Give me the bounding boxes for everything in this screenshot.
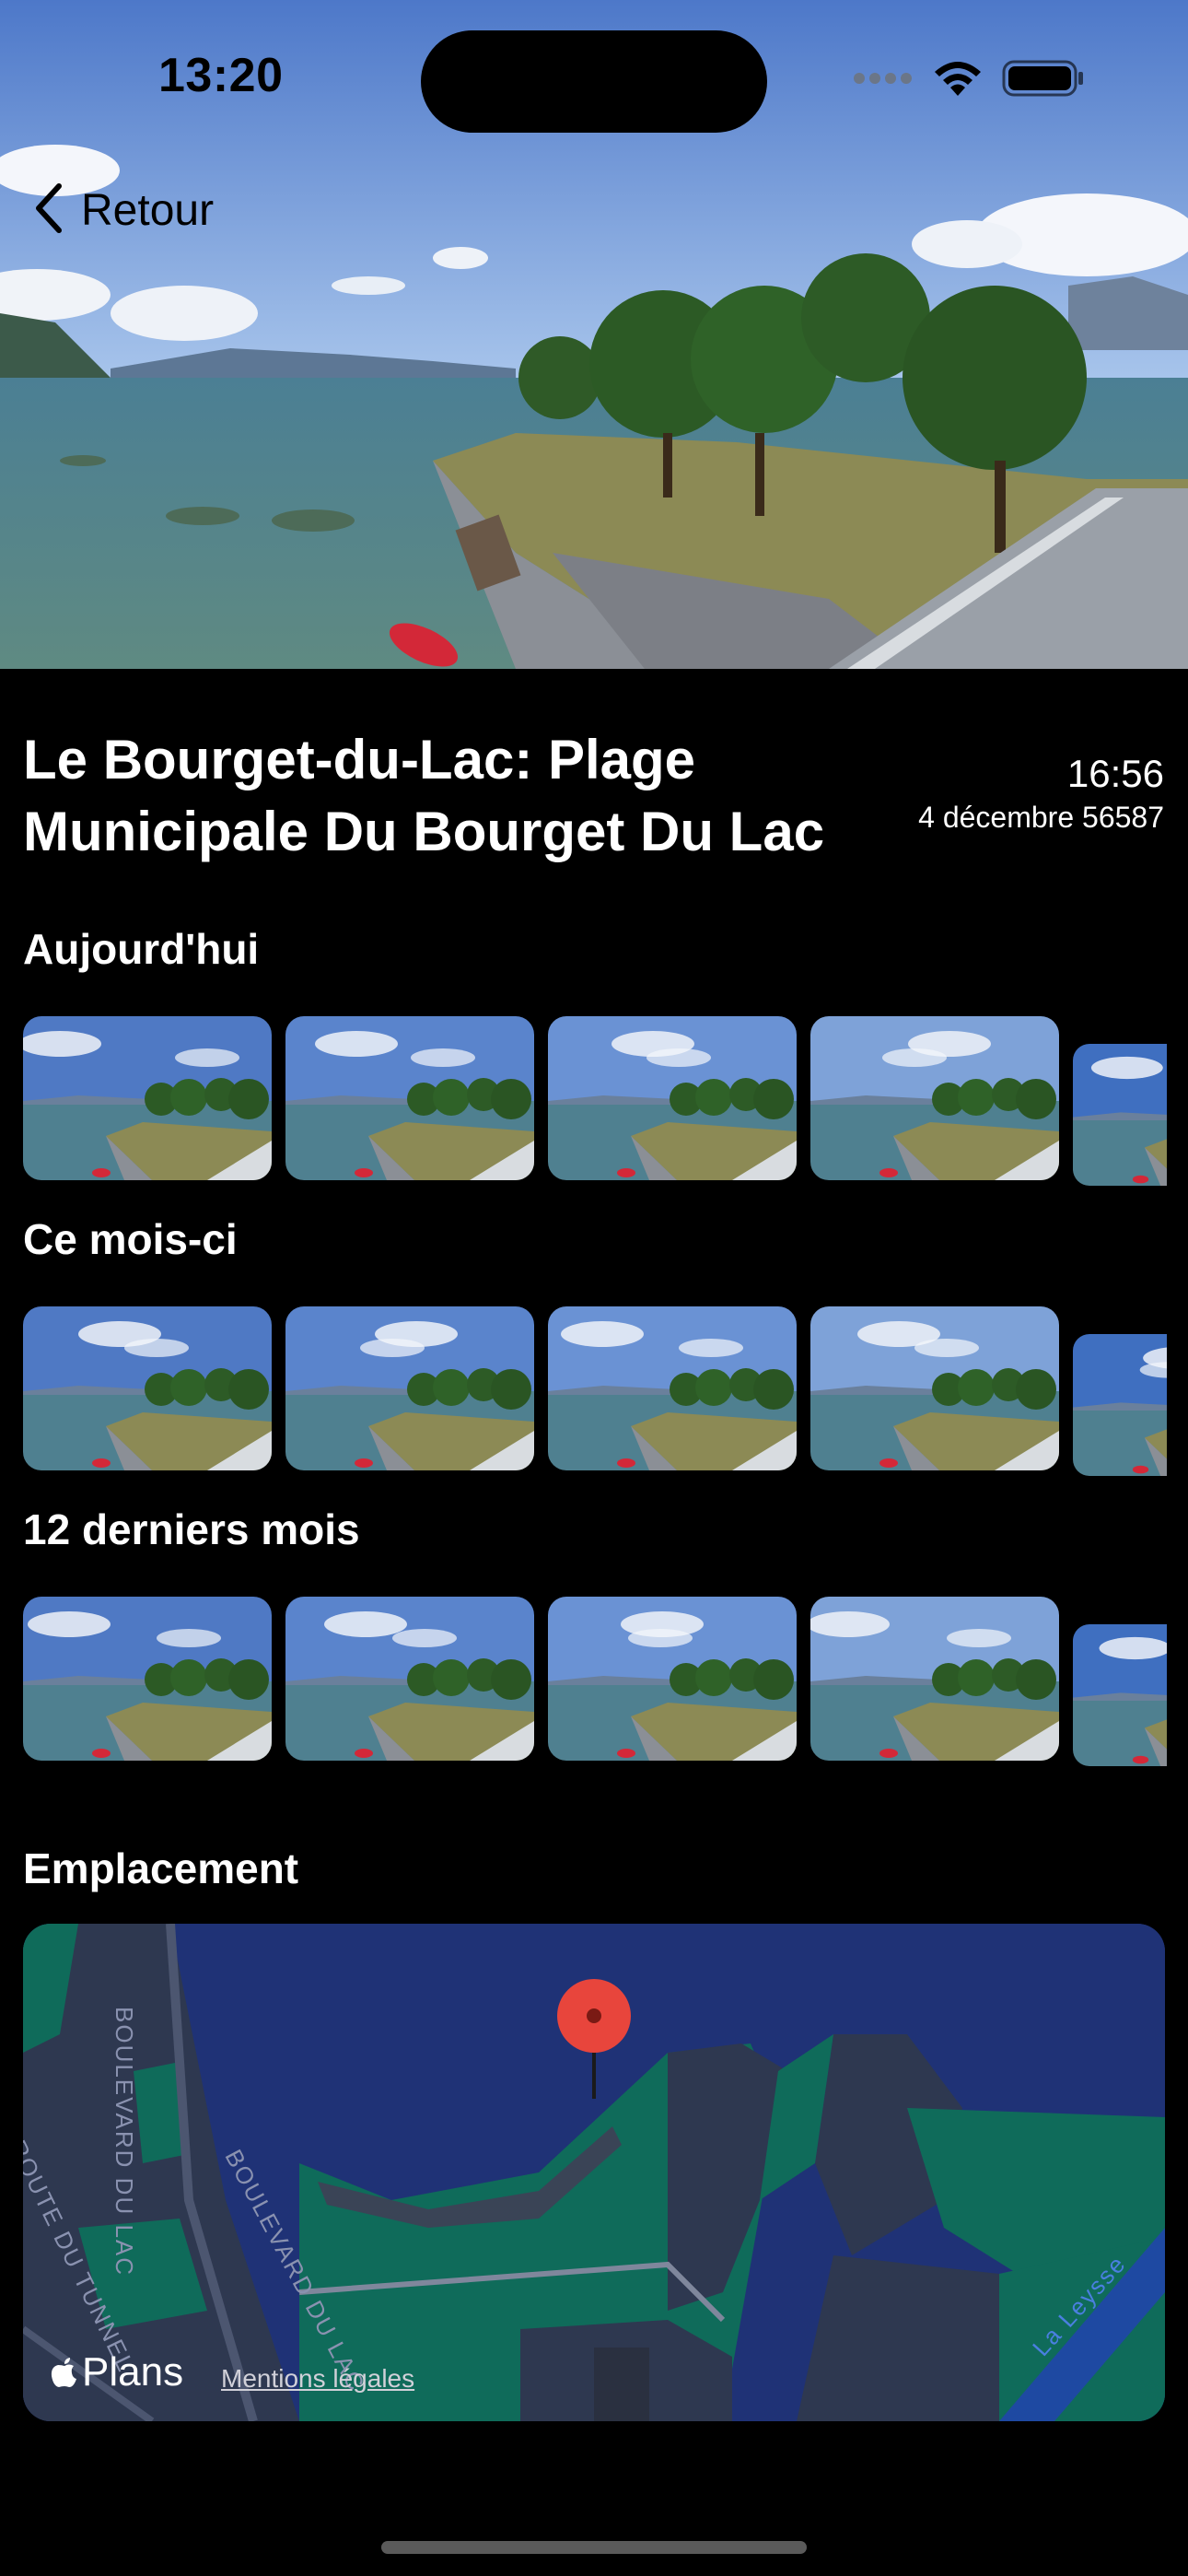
webcam-thumbnail[interactable] [23, 1597, 272, 1761]
webcam-thumbnail[interactable] [810, 1016, 1059, 1180]
webcam-thumbnail[interactable] [23, 1016, 272, 1180]
webcam-thumbnail[interactable] [285, 1016, 534, 1180]
chevron-left-icon [31, 181, 68, 240]
webcam-thumbnail[interactable] [1073, 1334, 1167, 1476]
dynamic-island [421, 30, 767, 133]
thumbnail-strip-today[interactable] [23, 1016, 1188, 1191]
thumbnail-strip-year[interactable] [23, 1597, 1188, 1772]
home-indicator[interactable] [381, 2541, 807, 2554]
status-bar: 13:20 [0, 0, 1188, 157]
webcam-thumbnail[interactable] [548, 1016, 797, 1180]
webcam-thumbnail[interactable] [810, 1306, 1059, 1470]
cellular-signal-icon [853, 72, 914, 89]
wifi-icon [932, 59, 984, 102]
location-map[interactable]: BOULEVARD DU LAC ROUTE DU TUNNEL BOULEVA… [23, 1924, 1165, 2421]
back-button[interactable]: Retour [31, 173, 214, 247]
section-title-month: Ce mois-ci [23, 1215, 238, 1263]
webcam-thumbnail[interactable] [1073, 1624, 1167, 1766]
webcam-thumbnail[interactable] [548, 1306, 797, 1470]
status-time: 13:20 [158, 49, 284, 102]
webcam-thumbnail[interactable] [810, 1597, 1059, 1761]
capture-time: 16:56 [1066, 752, 1164, 795]
webcam-thumbnail[interactable] [285, 1306, 534, 1470]
maps-provider-label: Plans [82, 2349, 184, 2395]
webcam-thumbnail[interactable] [548, 1597, 797, 1761]
status-indicators [853, 59, 1085, 102]
battery-icon [1002, 60, 1085, 101]
section-title-location: Emplacement [23, 1844, 299, 1892]
webcam-thumbnail[interactable] [23, 1306, 272, 1470]
section-title-year: 12 derniers mois [23, 1505, 360, 1553]
back-label: Retour [81, 185, 215, 235]
maps-attribution: Plans [51, 2349, 183, 2395]
apple-logo-icon [51, 2356, 78, 2389]
capture-date: 4 décembre 56587 [918, 801, 1164, 834]
capture-timestamp: 16:56 4 décembre 56587 [918, 750, 1164, 837]
thumbnail-strip-month[interactable] [23, 1306, 1188, 1481]
map-street-label: BOULEVARD DU LAC [111, 2007, 138, 2277]
webcam-thumbnail[interactable] [285, 1597, 534, 1761]
webcam-thumbnail[interactable] [1073, 1044, 1167, 1186]
webcam-title: Le Bourget-du-Lac: Plage Municipale Du B… [23, 729, 825, 862]
legal-notice-link[interactable]: Mentions légales [221, 2364, 414, 2394]
section-title-today: Aujourd'hui [23, 925, 260, 973]
